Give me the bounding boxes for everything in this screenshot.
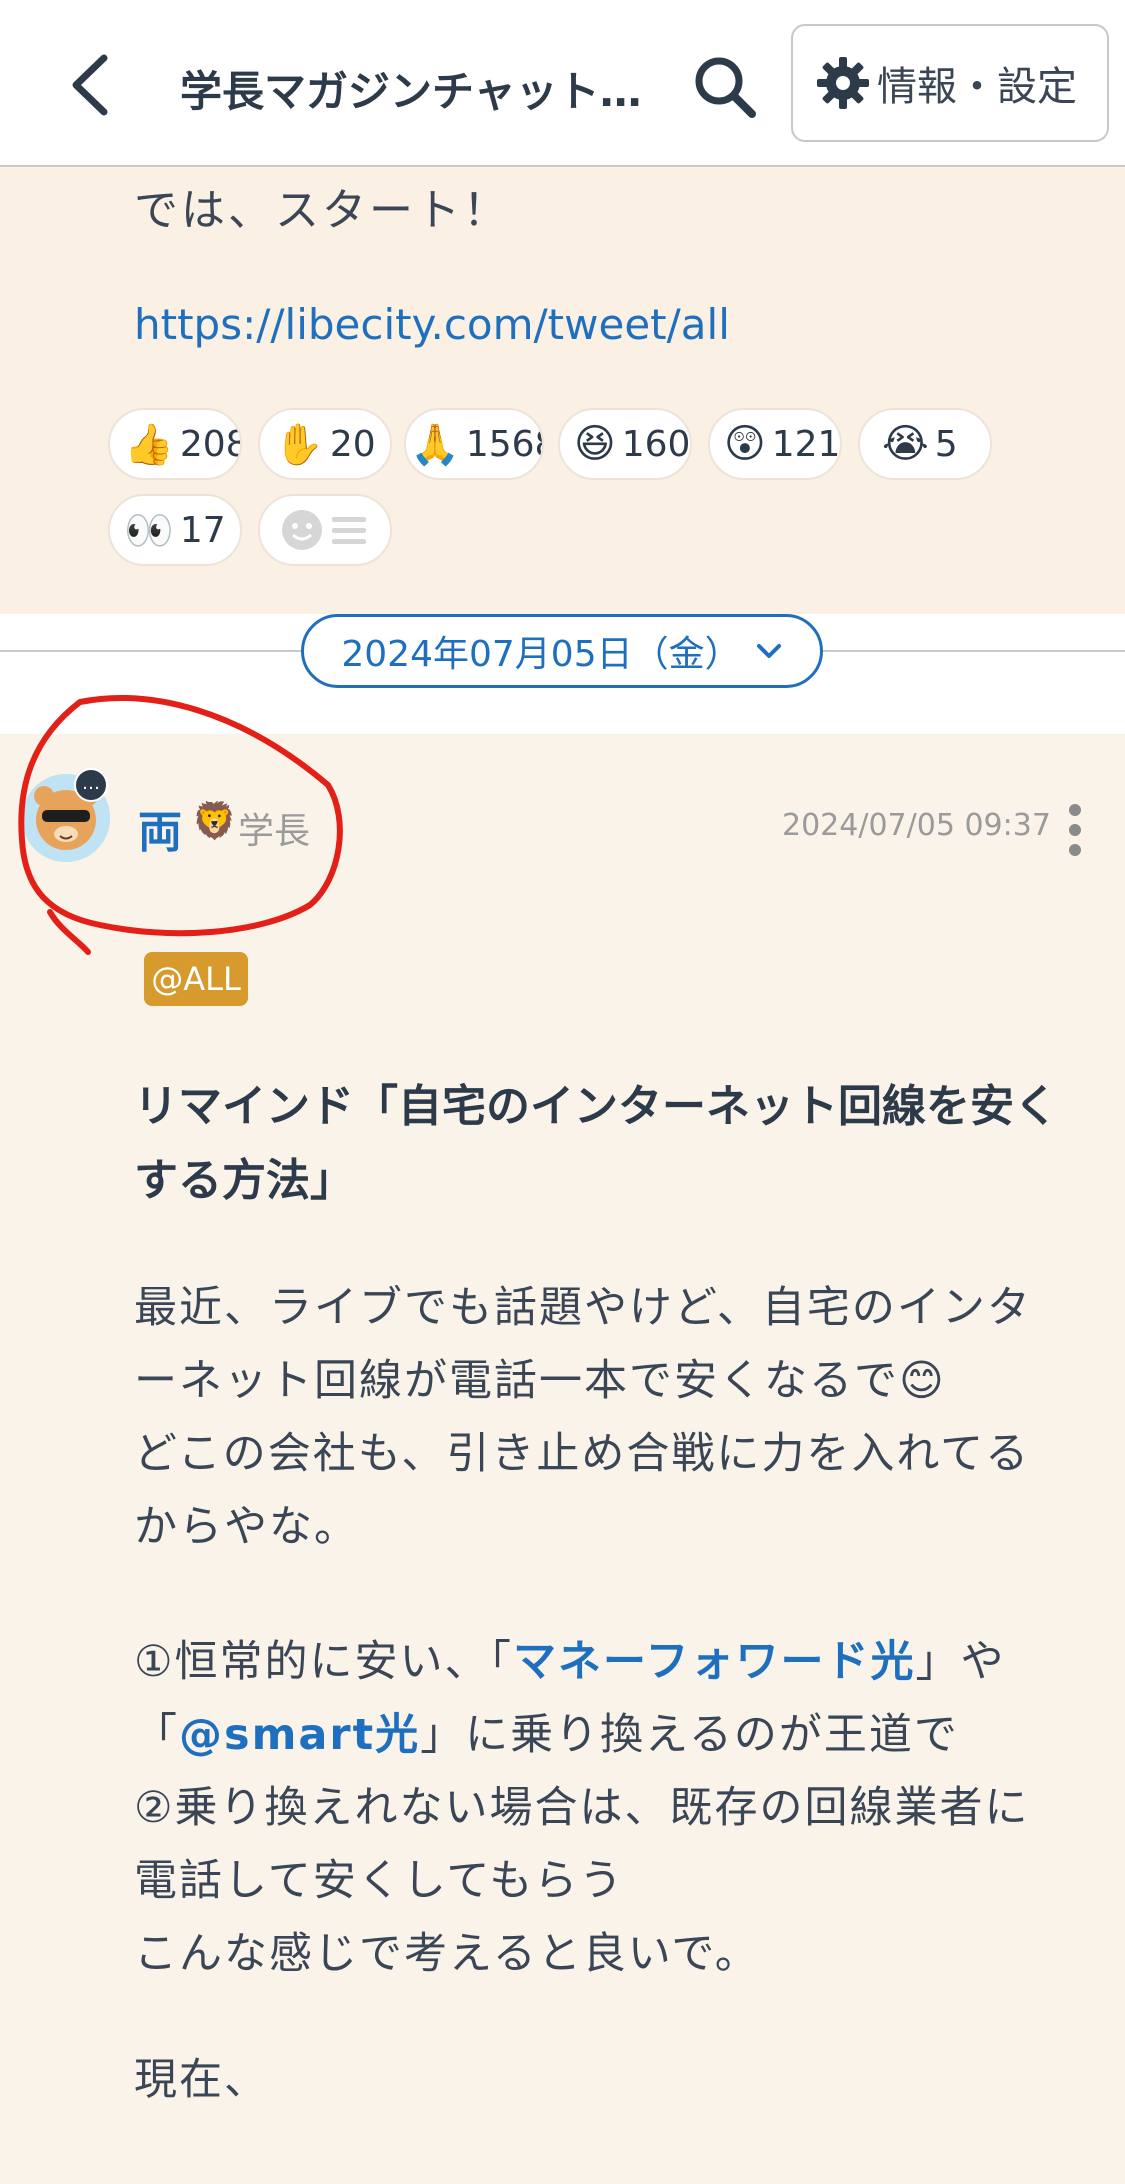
reaction-chip[interactable]: 🙏 1568 [404, 408, 544, 480]
more-options-icon[interactable] [1060, 800, 1090, 860]
reaction-count: 20 [329, 423, 376, 465]
app-header: 学長マガジンチャット… 情報・設定 [0, 0, 1125, 167]
moneyforward-hikari-link[interactable]: マネーフォワード光 [513, 1637, 915, 1687]
reaction-chip[interactable]: 😆 160 [558, 408, 692, 480]
crying-face-icon: 😭 [882, 421, 929, 467]
message-heading: リマインド「自宅のインターネット回線を安くする方法」 [134, 1081, 1058, 1206]
reaction-chip[interactable]: 👍 208 [108, 408, 242, 480]
reaction-count: 5 [934, 423, 958, 465]
reaction-count: 1568 [465, 423, 542, 465]
search-icon[interactable] [690, 52, 760, 122]
add-reaction-button[interactable] [258, 494, 392, 566]
gear-icon [817, 57, 869, 109]
text-segment: 」に乗り換えるのが王道で [420, 1710, 959, 1760]
message-line: ①恒常的に安い、「マネーフォワード光」や「@smart光」に乗り換えるのが王道で [134, 1626, 1074, 1772]
laughing-face-icon: 😆 [574, 421, 616, 467]
reaction-chip[interactable]: 😭 5 [858, 408, 992, 480]
back-arrow-icon[interactable] [62, 50, 122, 120]
add-reaction-icon [282, 510, 366, 550]
message-paragraph: 現在、 [134, 2055, 269, 2105]
raised-hand-icon: ✋ [274, 421, 324, 468]
message-line: こんな感じで考えると良いで。 [134, 1929, 760, 1979]
author-role: 学長 [238, 811, 311, 852]
astonished-face-icon: 😲 [724, 421, 766, 467]
chat-title: 学長マガジンチャット… [180, 67, 642, 116]
date-label: 2024年07月05日（金） [341, 634, 741, 675]
message-line: 最近、ライブでも話題やけど、自宅のインターネット回線が電話一本で安くなるで😊 [134, 1283, 1032, 1406]
reaction-count: 121 [771, 423, 841, 465]
reaction-chip[interactable]: 😲 121 [708, 408, 842, 480]
text-segment: ①恒常的に安い、「 [134, 1637, 514, 1687]
previous-message: では、スタート！ https://libecity.com/tweet/all … [0, 168, 1125, 614]
reaction-count: 208 [179, 423, 242, 465]
lion-icon: 🦁 [192, 801, 237, 842]
message-timestamp: 2024/07/05 09:37 [782, 808, 1051, 843]
message-paragraph: 最近、ライブでも話題やけど、自宅のインターネット回線が電話一本で安くなるで😊 ど… [134, 1272, 1074, 1564]
mention-all-tag: @ALL [144, 952, 248, 1006]
message-link[interactable]: https://libecity.com/tweet/all [134, 300, 730, 349]
chevron-down-icon [756, 644, 781, 658]
message-line: ②乗り換えれない場合は、既存の回線業者に電話して安くしてもらう [134, 1783, 1030, 1906]
reaction-count: 160 [621, 423, 691, 465]
author-name[interactable]: 両 [138, 796, 182, 860]
date-divider-button[interactable]: 2024年07月05日（金） [301, 614, 823, 688]
settings-label: 情報・設定 [877, 64, 1077, 110]
message-text: では、スタート！ [134, 185, 510, 236]
eyes-icon: 👀 [124, 507, 174, 554]
thumbs-up-icon: 👍 [124, 421, 174, 468]
message-paragraph: ①恒常的に安い、「マネーフォワード光」や「@smart光」に乗り換えるのが王道で… [134, 1626, 1074, 1991]
reaction-chip[interactable]: ✋ 20 [258, 408, 392, 480]
message-line: どこの会社も、引き止め合戦に力を入れてるからやな。 [134, 1429, 1031, 1552]
reaction-count: 17 [179, 509, 226, 551]
reaction-chip[interactable]: 👀 17 [108, 494, 242, 566]
smart-hikari-link[interactable]: @smart光 [179, 1710, 420, 1760]
folded-hands-icon: 🙏 [410, 421, 460, 468]
info-settings-button[interactable]: 情報・設定 [791, 24, 1109, 142]
typing-badge-icon: … [74, 768, 108, 802]
